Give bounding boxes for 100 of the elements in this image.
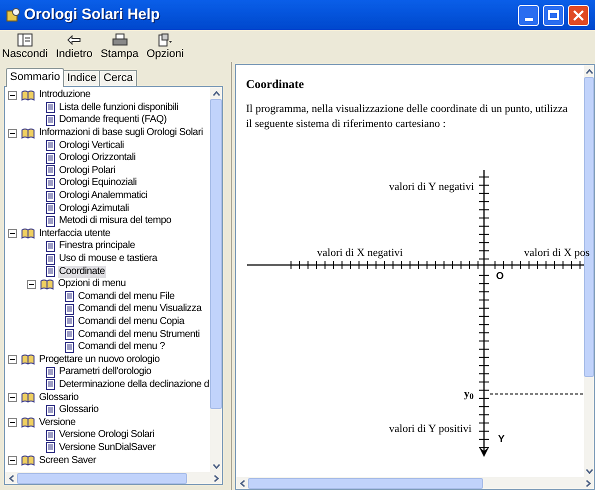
tree-item[interactable]: Orologi Polari [58, 164, 116, 177]
collapse-icon[interactable] [8, 355, 17, 364]
page-icon [65, 304, 74, 315]
scroll-left-icon[interactable] [8, 474, 14, 482]
page-icon [46, 178, 55, 189]
horizontal-scrollbar[interactable] [5, 472, 222, 484]
tree-item[interactable]: Uso di mouse e tastiera [58, 253, 158, 266]
tree-item[interactable]: Orologi Verticali [58, 140, 125, 152]
axis-label: valori di Y positivi [389, 422, 472, 437]
book-icon [21, 90, 35, 101]
tab[interactable]: Indice [64, 70, 100, 86]
collapse-icon[interactable] [8, 128, 17, 138]
tree-item[interactable]: Introduzione [38, 89, 92, 102]
help-icon [6, 8, 20, 22]
tree-item[interactable]: Interfaccia utente [38, 228, 112, 240]
tree-item[interactable]: Determinazione della declinazione d [58, 378, 210, 391]
tree-item[interactable]: Informazioni di base sugli Orologi Solari [38, 127, 204, 140]
page-icon [46, 254, 55, 265]
book-icon [40, 278, 54, 290]
topic-heading: Coordinate [246, 76, 304, 93]
page-icon [46, 152, 55, 164]
page-icon [65, 329, 74, 340]
tree-item[interactable]: Glossario [58, 404, 100, 416]
collapse-icon[interactable] [8, 456, 17, 466]
tree-item[interactable]: Comandi del menu Visualizza [77, 303, 202, 316]
page-icon [46, 165, 55, 176]
close-icon [573, 10, 584, 20]
tree-item[interactable]: Versione SunDialSaver [58, 442, 157, 454]
tree-item[interactable]: Coordinate [58, 266, 106, 278]
tree-item[interactable]: Orologi Orizzontali [58, 152, 137, 164]
vertical-scrollbar[interactable] [210, 87, 222, 472]
scroll-right-icon[interactable] [586, 480, 590, 486]
book-icon [21, 128, 35, 139]
page-icon [46, 216, 55, 227]
toolbar-button[interactable]: Opzioni [145, 32, 185, 61]
tree-item[interactable]: Orologi Analemmatici [58, 190, 148, 202]
tree-item[interactable]: Finestra principale [58, 240, 136, 252]
axis-label: valori di X pos [524, 246, 590, 261]
scroll-right-icon[interactable] [214, 474, 218, 482]
toolbar-button[interactable]: Stampa [100, 32, 140, 61]
scroll-up-icon[interactable] [212, 90, 220, 96]
tree-item[interactable]: Versione Orologi Solari [58, 429, 156, 442]
page-icon [65, 316, 74, 328]
page-icon [46, 203, 55, 214]
axis-label: valori di X negativi [317, 246, 403, 261]
tree-item[interactable]: Domande frequenti (FAQ) [58, 114, 168, 126]
maximize-button[interactable] [543, 4, 564, 26]
book-icon [21, 417, 35, 428]
page-icon [46, 266, 55, 278]
tree-item[interactable]: Orologi Equinoziali [58, 177, 138, 190]
topic-paragraph: Il programma, nella visualizzazione delle coordinate di un punto, utilizza il seguente sistema di riferimento cartesiano : [246, 102, 569, 132]
pane-icon [16, 33, 33, 47]
page-icon [46, 190, 55, 202]
collapse-icon[interactable] [27, 280, 36, 289]
close-button[interactable] [568, 4, 589, 26]
tree-item[interactable]: Screen Saver [38, 454, 97, 467]
tree-item[interactable]: Versione [38, 416, 77, 429]
tree-item[interactable]: Orologi Azimutali [58, 202, 130, 215]
collapse-icon[interactable] [8, 90, 17, 100]
page-icon [46, 366, 55, 378]
tree-item[interactable]: Parametri dell'orologio [58, 366, 152, 378]
tree-item[interactable]: Opzioni di menu [57, 278, 127, 290]
collapse-icon[interactable] [8, 229, 17, 238]
tree-item[interactable]: Metodi di misura del tempo [58, 215, 172, 228]
book-icon [21, 228, 35, 240]
scroll-down-icon[interactable] [212, 464, 220, 468]
book-icon [21, 392, 35, 404]
tree-item[interactable]: Comandi del menu Strumenti [77, 328, 201, 341]
page-icon [46, 430, 55, 441]
origin-label: O [496, 270, 504, 284]
window-title: Orologi Solari Help [24, 4, 161, 25]
book-icon [21, 455, 35, 466]
toolbar-button[interactable]: Nascondi [1, 32, 49, 61]
tree-item[interactable]: Progettare un nuovo orologio [38, 354, 161, 366]
scroll-down-icon[interactable] [586, 468, 592, 474]
page-icon [65, 342, 74, 353]
page-icon [46, 114, 55, 126]
back-arrow-icon [67, 35, 82, 45]
tab[interactable]: Sommario [6, 68, 64, 87]
tree-item[interactable]: Comandi del menu Copia [77, 316, 186, 328]
options-icon [157, 33, 174, 47]
scroll-up-icon[interactable] [586, 68, 592, 74]
horizontal-scrollbar[interactable] [236, 477, 594, 489]
toolbar-button[interactable]: Indietro [54, 32, 94, 61]
page-icon [46, 442, 55, 454]
page-icon [46, 404, 55, 416]
collapse-icon[interactable] [8, 418, 17, 428]
minimize-button[interactable] [518, 4, 539, 26]
tree-item[interactable]: Glossario [38, 392, 80, 404]
y0-label: y$_{0}$ [464, 387, 474, 402]
page-icon [46, 102, 55, 114]
tab[interactable]: Cerca [100, 70, 137, 86]
scroll-left-icon[interactable] [240, 480, 244, 486]
page-icon [46, 379, 55, 390]
collapse-icon[interactable] [8, 393, 17, 402]
tree-item[interactable]: Comandi del menu File [77, 290, 176, 303]
tree-item[interactable]: Lista delle funzioni disponibili [58, 102, 180, 114]
page-icon [46, 240, 55, 252]
page-icon [46, 140, 55, 152]
tree-item[interactable]: Comandi del menu ? [77, 341, 166, 354]
